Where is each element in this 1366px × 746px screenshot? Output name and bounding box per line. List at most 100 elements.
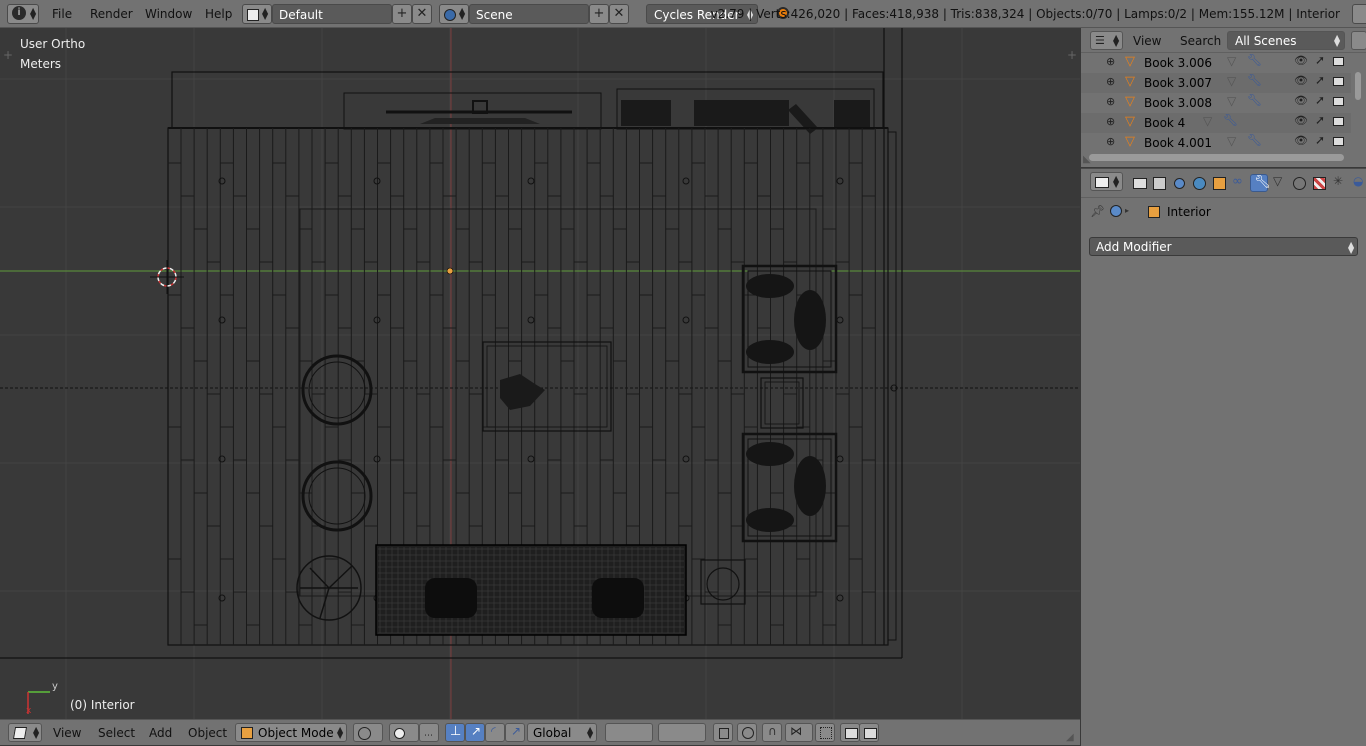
editor-type-3d-view-button[interactable]: ▲ ▼ <box>8 723 42 742</box>
render-camera-icon[interactable] <box>1333 137 1344 146</box>
render-layers-tab[interactable] <box>1150 174 1168 192</box>
selectable-cursor-icon[interactable]: ➚ <box>1315 53 1325 67</box>
outliner-item[interactable]: ⊕ ▽ Book 3.007 ▽ 🔧︎ 👁︎ ➚ <box>1081 73 1351 93</box>
layer-buttons-group-1[interactable] <box>605 723 653 742</box>
add-screen-button[interactable]: + <box>392 4 412 24</box>
material-tab[interactable] <box>1290 174 1308 192</box>
3d-cursor-icon[interactable] <box>150 260 184 294</box>
delete-scene-button[interactable]: ✕ <box>609 4 629 24</box>
scene-tab[interactable] <box>1170 174 1188 192</box>
area-resize-handle[interactable]: ◣ <box>1083 154 1091 165</box>
editor-type-properties-button[interactable]: ▲ ▼ <box>1090 172 1123 191</box>
visibility-eye-icon[interactable]: 👁︎ <box>1294 74 1308 87</box>
menu-window[interactable]: Window <box>145 7 192 21</box>
outliner-vertical-scrollbar[interactable] <box>1355 72 1361 100</box>
editor-type-info-button[interactable]: i ▲ ▼ <box>7 4 39 24</box>
mode-dropdown[interactable]: Object Mode ▲ ▼ <box>235 723 347 742</box>
outliner-menu-view[interactable]: View <box>1133 34 1161 48</box>
visibility-eye-icon[interactable]: 👁︎ <box>1294 134 1308 147</box>
expand-toggle-icon[interactable]: ⊕ <box>1106 75 1115 88</box>
modifiers-tab[interactable]: 🔧︎ <box>1250 174 1271 192</box>
render-camera-icon[interactable] <box>1333 57 1344 66</box>
opengl-render-animation-button[interactable] <box>859 723 879 742</box>
data-tab[interactable]: ▽ <box>1270 174 1288 192</box>
editor-type-outliner-button[interactable]: ☰ ▲ ▼ <box>1090 31 1123 50</box>
manipulate-center-points-button[interactable]: ⋯ <box>419 723 439 742</box>
outliner-horizontal-scrollbar[interactable] <box>1089 154 1344 161</box>
render-camera-icon[interactable] <box>1333 77 1344 86</box>
area-split-handle[interactable] <box>1352 4 1366 24</box>
texture-tab[interactable] <box>1310 174 1328 192</box>
transform-manipulator-toggle[interactable]: ⊥ <box>445 723 465 742</box>
pivot-point-dropdown[interactable] <box>389 723 419 742</box>
area-resize-handle[interactable]: ◢ <box>1066 732 1074 743</box>
selectable-cursor-icon[interactable]: ➚ <box>1315 93 1325 107</box>
delete-screen-button[interactable]: ✕ <box>412 4 432 24</box>
updown-arrows-icon: ▲ ▼ <box>33 725 40 740</box>
outliner-item[interactable]: ⊕ ▽ Book 3.008 ▽ 🔧︎ 👁︎ ➚ <box>1081 93 1351 113</box>
snap-target-button[interactable] <box>815 723 835 742</box>
screen-layout-field[interactable]: Default <box>272 4 392 24</box>
translate-manipulator-button[interactable]: ↗ <box>465 723 485 742</box>
scale-manipulator-button[interactable]: ↗ <box>505 723 525 742</box>
outliner-item[interactable]: ⊕ ▽ Book 4.001 ▽ 🔧︎ 👁︎ ➚ <box>1081 133 1351 153</box>
pin-icon[interactable]: 📌︎ <box>1090 204 1105 218</box>
menu-select[interactable]: Select <box>98 726 135 740</box>
expand-toggle-icon[interactable]: ⊕ <box>1106 55 1115 68</box>
menu-object[interactable]: Object <box>188 726 227 740</box>
scene-field[interactable]: Scene <box>469 4 589 24</box>
armchair-top-cushion-2 <box>746 340 794 364</box>
wrench-icon: 🔧︎ <box>1254 175 1271 190</box>
rotate-manipulator-button[interactable]: ◜ <box>485 723 505 742</box>
outliner-search-toggle[interactable] <box>1351 31 1366 50</box>
outliner-display-mode-dropdown[interactable]: All Scenes ▲ ▼ <box>1227 31 1345 50</box>
world-tab[interactable] <box>1190 174 1208 192</box>
selectable-cursor-icon[interactable]: ➚ <box>1315 73 1325 87</box>
snap-toggle-button[interactable]: ∩ <box>762 723 782 742</box>
area-corner-widget-right[interactable]: + <box>1067 48 1077 62</box>
visibility-eye-icon[interactable]: 👁︎ <box>1294 114 1308 127</box>
menu-render[interactable]: Render <box>90 7 133 21</box>
expand-toggle-icon[interactable]: ⊕ <box>1106 95 1115 108</box>
bookshelf-books-left <box>621 100 671 126</box>
selectable-cursor-icon[interactable]: ➚ <box>1315 133 1325 147</box>
render-tab[interactable] <box>1130 174 1148 192</box>
updown-arrows-icon: ▲ ▼ <box>459 6 466 21</box>
visibility-eye-icon[interactable]: 👁︎ <box>1294 94 1308 107</box>
lock-camera-layers-button[interactable] <box>713 723 733 742</box>
constraints-tab[interactable]: ∞ <box>1230 174 1248 192</box>
menu-add[interactable]: Add <box>149 726 172 740</box>
particles-tab[interactable]: ✳ <box>1330 174 1348 192</box>
expand-toggle-icon[interactable]: ⊕ <box>1106 115 1115 128</box>
add-scene-button[interactable]: + <box>589 4 609 24</box>
view-name-label: User Ortho <box>20 37 86 51</box>
menu-view[interactable]: View <box>53 726 81 740</box>
opengl-render-image-button[interactable] <box>840 723 860 742</box>
viewport-shading-dropdown[interactable] <box>353 723 383 742</box>
proportional-editing-button[interactable] <box>737 723 757 742</box>
render-camera-icon[interactable] <box>1333 117 1344 126</box>
physics-tab[interactable]: ◒ <box>1350 174 1366 192</box>
updown-arrows-icon: ▲ ▼ <box>1348 240 1355 255</box>
add-modifier-dropdown[interactable]: Add Modifier ▲ ▼ <box>1089 237 1358 256</box>
menu-file[interactable]: File <box>52 7 72 21</box>
visibility-eye-icon[interactable]: 👁︎ <box>1294 54 1308 67</box>
render-camera-icon[interactable] <box>1333 97 1344 106</box>
layer-buttons-group-2[interactable] <box>658 723 706 742</box>
area-corner-widget-left[interactable]: + <box>3 48 13 62</box>
3d-viewport[interactable]: + + User Ortho Meters (0) Interior y x <box>0 28 1080 719</box>
screen-layout-browse-button[interactable]: ▲ ▼ <box>242 4 272 24</box>
scene-browse-button[interactable]: ▲ ▼ <box>439 4 469 24</box>
menu-help[interactable]: Help <box>205 7 232 21</box>
viewport-canvas: + + <box>0 28 1080 719</box>
outliner-item[interactable]: ⊕ ▽ Book 3.006 ▽ 🔧︎ 👁︎ ➚ <box>1081 53 1351 73</box>
selectable-cursor-icon[interactable]: ➚ <box>1315 113 1325 127</box>
snap-element-dropdown[interactable]: ⋈ <box>785 723 813 742</box>
object-origin-dot[interactable] <box>446 267 454 275</box>
outliner-item[interactable]: ⊕ ▽ Book 4 ▽ 🔧︎ 👁︎ ➚ <box>1081 113 1351 133</box>
object-tab[interactable] <box>1210 174 1228 192</box>
transform-orientation-dropdown[interactable]: Global ▲ ▼ <box>527 723 597 742</box>
updown-arrows-icon: ▲ ▼ <box>1113 174 1120 189</box>
outliner-menu-search[interactable]: Search <box>1180 34 1221 48</box>
expand-toggle-icon[interactable]: ⊕ <box>1106 135 1115 148</box>
